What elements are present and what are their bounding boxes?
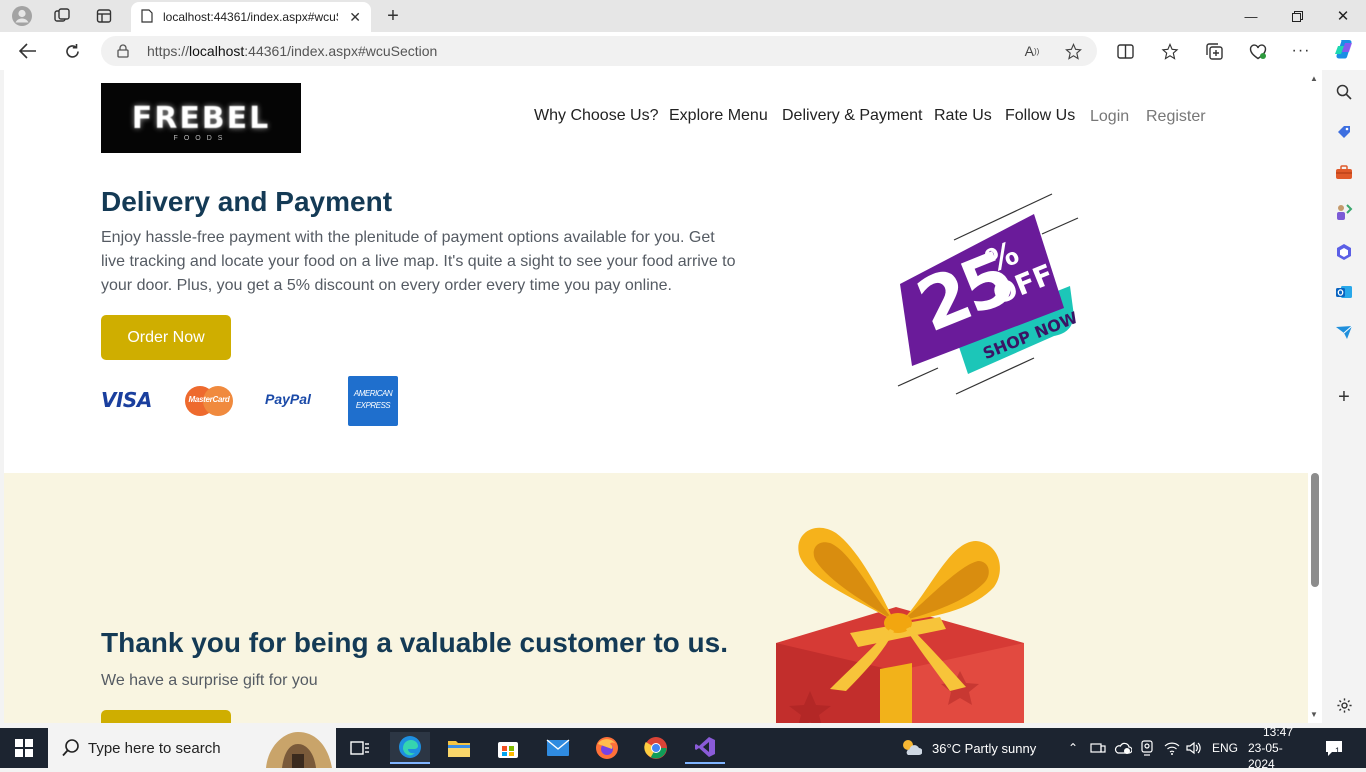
- sidebar-microsoft365-icon[interactable]: [1332, 240, 1356, 264]
- logo-brand-text: FREBEL: [131, 101, 271, 136]
- new-tab-icon[interactable]: +: [381, 4, 405, 28]
- nav-why-choose-us[interactable]: Why Choose Us?: [534, 107, 659, 125]
- firefox-icon[interactable]: [587, 732, 627, 764]
- thanks-heading: Thank you for being a valuable customer …: [101, 627, 729, 658]
- taskbar-search-placeholder: Type here to search: [88, 739, 221, 757]
- order-now-button[interactable]: Order Now: [101, 315, 231, 360]
- delivery-heading: Delivery and Payment: [101, 186, 393, 217]
- language-indicator[interactable]: ENG: [1212, 728, 1238, 768]
- sidebar-settings-icon[interactable]: [1332, 693, 1356, 717]
- notifications-count: 1: [1335, 746, 1341, 756]
- tab-bar: localhost:44361/index.aspx#wcuS ✕ + — ✕: [0, 0, 1366, 32]
- site-logo[interactable]: FREBEL FOODS: [101, 83, 301, 153]
- page-scrollbar[interactable]: ▲ ▼: [1308, 70, 1322, 723]
- nav-register[interactable]: Register: [1146, 108, 1206, 126]
- discount-promo-badge: 25 % OFF SHOP NOW: [894, 190, 1084, 400]
- windows-taskbar: Type here to search 36°C Partly sunny ⌃: [0, 725, 1366, 771]
- tray-chevron-icon[interactable]: ⌃: [1068, 728, 1078, 768]
- sidebar-shopping-icon[interactable]: [1332, 120, 1356, 144]
- visual-studio-icon[interactable]: [685, 732, 725, 764]
- page-viewport: FREBEL FOODS Why Choose Us? Explore Menu…: [4, 70, 1308, 723]
- nav-explore-menu[interactable]: Explore Menu: [669, 107, 768, 125]
- url-path: :44361/index.aspx#wcuSection: [244, 43, 438, 59]
- sidebar-add-icon[interactable]: +: [1332, 385, 1356, 409]
- task-view-icon[interactable]: [340, 732, 380, 764]
- delivery-description: Enjoy hassle-free payment with the pleni…: [101, 226, 761, 298]
- refresh-icon[interactable]: [59, 39, 85, 63]
- amex-logo: AMERICAN EXPRESS: [348, 376, 398, 426]
- collections-icon[interactable]: [1202, 40, 1226, 62]
- restore-icon[interactable]: [1274, 0, 1320, 32]
- favorites-icon[interactable]: [1158, 40, 1182, 62]
- copilot-icon[interactable]: [1332, 38, 1356, 60]
- wifi-icon[interactable]: [1164, 728, 1180, 768]
- weather-widget[interactable]: 36°C Partly sunny: [900, 728, 1036, 768]
- tab-actions-icon[interactable]: [92, 4, 116, 28]
- nav-follow-us[interactable]: Follow Us: [1005, 107, 1075, 125]
- mail-icon[interactable]: [538, 732, 578, 764]
- chrome-icon[interactable]: [636, 732, 676, 764]
- claim-gift-button[interactable]: [101, 710, 231, 723]
- tab-active[interactable]: localhost:44361/index.aspx#wcuS ✕: [131, 2, 371, 32]
- notifications-icon[interactable]: 1: [1324, 728, 1344, 768]
- clock[interactable]: 13:47 23-05-2024: [1248, 725, 1308, 771]
- delivery-line-2: live tracking and locate your food on a …: [101, 253, 736, 270]
- more-menu-icon[interactable]: ···: [1289, 40, 1313, 62]
- tray-onedrive-icon[interactable]: [1114, 728, 1132, 768]
- weather-text: 36°C Partly sunny: [932, 740, 1037, 756]
- sidebar-tools-icon[interactable]: [1332, 160, 1356, 184]
- scroll-thumb[interactable]: [1311, 473, 1319, 587]
- delivery-line-1: Enjoy hassle-free payment with the pleni…: [101, 229, 715, 246]
- sidebar-games-icon[interactable]: [1332, 200, 1356, 224]
- edge-taskbar-icon[interactable]: [390, 732, 430, 764]
- taskbar-search-box[interactable]: Type here to search: [48, 728, 336, 768]
- mastercard-logo: MasterCard: [183, 385, 235, 417]
- minimize-icon[interactable]: —: [1228, 0, 1274, 32]
- search-highlight-image: [258, 728, 336, 768]
- page-icon: [141, 8, 153, 26]
- nav-delivery-payment[interactable]: Delivery & Payment: [782, 107, 923, 125]
- tray-device-icon[interactable]: [1090, 728, 1106, 768]
- gift-box-image: [770, 521, 1030, 723]
- address-bar[interactable]: https://localhost:44361/index.aspx#wcuSe…: [101, 36, 1097, 66]
- scroll-down-icon[interactable]: ▼: [1310, 710, 1318, 719]
- thank-you-section: Thank you for being a valuable customer …: [4, 473, 1308, 723]
- thanks-subtext: We have a surprise gift for you: [101, 672, 318, 689]
- sidebar-outlook-icon[interactable]: [1332, 280, 1356, 304]
- start-icon[interactable]: [4, 732, 44, 764]
- sidebar-search-icon[interactable]: [1332, 80, 1356, 104]
- visa-logo: VISA: [101, 388, 152, 412]
- lock-icon[interactable]: [117, 44, 131, 58]
- profile-icon[interactable]: [10, 4, 34, 28]
- scroll-up-icon[interactable]: ▲: [1310, 74, 1318, 83]
- delivery-section: FREBEL FOODS Why Choose Us? Explore Menu…: [4, 70, 1308, 473]
- close-tab-icon[interactable]: ✕: [349, 9, 361, 26]
- nav-login[interactable]: Login: [1090, 108, 1129, 126]
- clock-time: 13:47: [1262, 725, 1294, 739]
- url-host: localhost: [189, 43, 245, 59]
- delivery-line-3: your door. Plus, you get a 5% discount o…: [101, 277, 672, 294]
- file-explorer-icon[interactable]: [439, 732, 479, 764]
- sidebar-drop-icon[interactable]: [1332, 320, 1356, 344]
- volume-icon[interactable]: [1186, 728, 1202, 768]
- store-icon[interactable]: [488, 732, 528, 764]
- weather-partly-sunny-icon: [900, 738, 923, 759]
- back-icon[interactable]: [15, 39, 41, 63]
- read-aloud-icon[interactable]: A)): [1021, 40, 1043, 62]
- tab-title: localhost:44361/index.aspx#wcuS: [163, 10, 338, 24]
- tray-meet-icon[interactable]: [1140, 728, 1154, 768]
- split-screen-icon[interactable]: [1113, 40, 1137, 62]
- browser-essentials-icon[interactable]: [1246, 40, 1270, 62]
- taskbar-search-icon: [62, 739, 80, 761]
- url-scheme: https://: [147, 43, 190, 59]
- clock-date: 23-05-2024: [1248, 741, 1283, 771]
- browser-toolbar: https://localhost:44361/index.aspx#wcuSe…: [0, 32, 1366, 70]
- close-window-icon[interactable]: ✕: [1320, 0, 1366, 32]
- workspaces-icon[interactable]: [50, 4, 74, 28]
- logo-sub-text: FOODS: [173, 135, 229, 142]
- favorite-star-icon[interactable]: [1062, 40, 1084, 62]
- edge-sidebar: +: [1322, 70, 1366, 723]
- nav-rate-us[interactable]: Rate Us: [934, 107, 992, 125]
- paypal-logo: PayPal: [265, 391, 311, 407]
